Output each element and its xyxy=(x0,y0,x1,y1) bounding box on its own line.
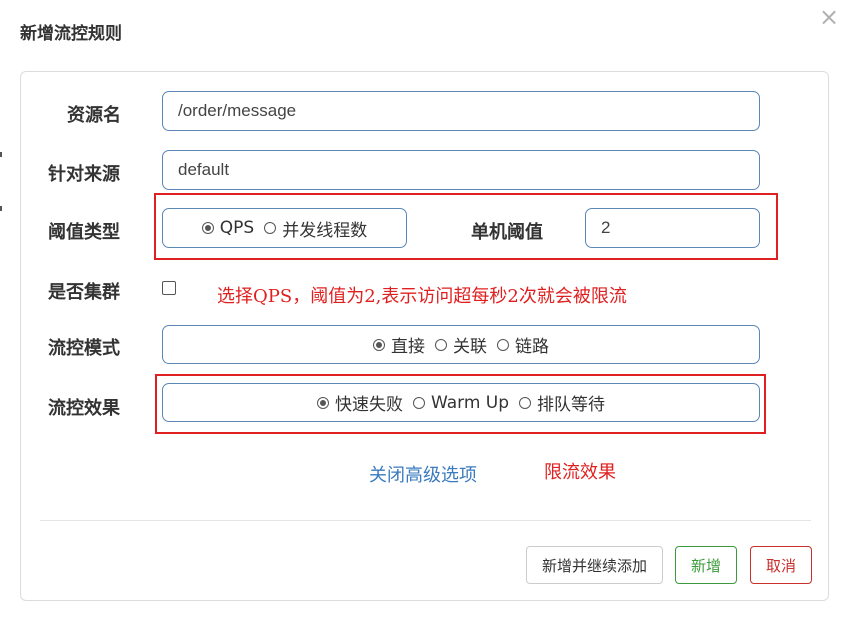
radio-relate[interactable]: 关联 xyxy=(435,332,487,357)
source-label: 针对来源 xyxy=(48,164,120,185)
footer-divider xyxy=(40,520,811,521)
cluster-checkbox[interactable] xyxy=(162,281,176,295)
radio-checked-icon xyxy=(373,338,385,351)
edge-mark xyxy=(0,152,2,157)
edge-mark xyxy=(0,206,2,211)
toggle-advanced-link[interactable]: 关闭高级选项 xyxy=(369,461,477,487)
resource-input[interactable]: /order/message xyxy=(162,91,760,131)
radio-chain[interactable]: 链路 xyxy=(497,332,549,357)
add-button[interactable]: 新增 xyxy=(675,546,737,584)
close-icon[interactable]: × xyxy=(819,4,839,30)
add-and-continue-button[interactable]: 新增并继续添加 xyxy=(526,546,663,584)
resource-label: 资源名 xyxy=(67,105,121,126)
threshold-annotation-text: 选择QPS，阈值为2,表示访问超每秒2次就会被限流 xyxy=(217,286,627,307)
radio-relate-label: 关联 xyxy=(453,337,487,357)
threshold-type-label: 阈值类型 xyxy=(48,222,120,243)
effect-annotation-text: 限流效果 xyxy=(544,462,616,483)
radio-direct[interactable]: 直接 xyxy=(373,332,425,357)
flow-mode-group: 直接 关联 链路 xyxy=(162,325,760,364)
cancel-button[interactable]: 取消 xyxy=(750,546,812,584)
radio-chain-label: 链路 xyxy=(515,337,549,357)
flow-effect-label: 流控效果 xyxy=(48,398,120,419)
flow-rule-dialog: 新增流控规则 × 资源名 /order/message 针对来源 default… xyxy=(0,0,850,630)
threshold-annotation-box xyxy=(154,193,778,260)
cluster-label: 是否集群 xyxy=(48,282,120,303)
radio-direct-label: 直接 xyxy=(391,337,425,357)
dialog-title: 新增流控规则 xyxy=(20,24,122,44)
radio-unchecked-icon xyxy=(435,338,447,351)
flow-mode-label: 流控模式 xyxy=(48,338,120,359)
radio-unchecked-icon xyxy=(497,338,509,351)
effect-annotation-box xyxy=(155,374,766,434)
source-input[interactable]: default xyxy=(162,150,760,190)
